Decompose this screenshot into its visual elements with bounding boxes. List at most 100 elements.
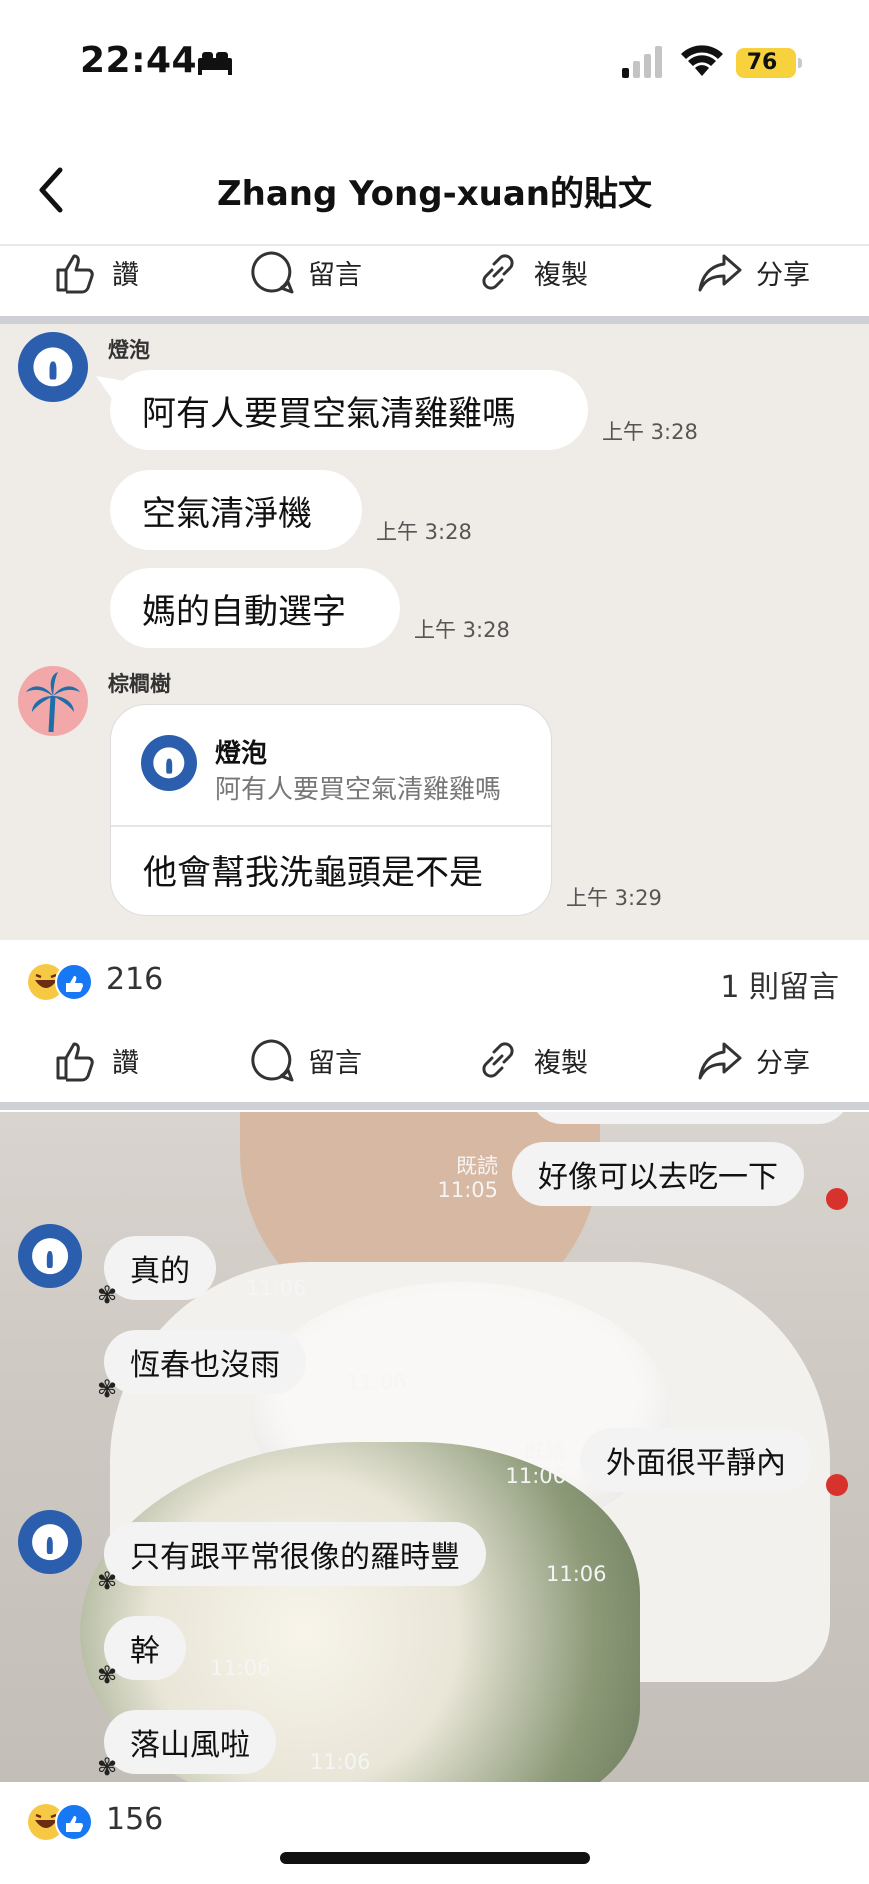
comment-bubble-icon: [251, 251, 294, 294]
comment-bubble-icon: [251, 1039, 294, 1082]
message-text: 只有跟平常很像的羅時豐: [130, 1540, 460, 1575]
post-separator: [0, 316, 869, 324]
bulb-avatar: [18, 1510, 82, 1574]
sender-name: 燈泡: [108, 338, 150, 362]
post-action-bar: 讚 留言 複製 分享: [0, 1024, 869, 1096]
wifi-icon: [681, 45, 723, 76]
flower-badge-icon: ✾: [96, 1375, 118, 1403]
chat-bubble-partial: [530, 1112, 850, 1124]
reactions-row-1: 216 1 則留言: [0, 950, 869, 1014]
flower-badge-icon: ✾: [96, 1281, 118, 1309]
quoted-sender: 燈泡: [215, 739, 268, 769]
reply-text: 他會幫我洗龜頭是不是: [143, 853, 483, 893]
chat-bubble-left: 真的: [104, 1236, 216, 1300]
message-time: 上午 3:28: [376, 520, 472, 544]
message-time: 11:05: [437, 1178, 498, 1202]
palm-tree-avatar: [18, 666, 88, 736]
flower-badge-icon: ✾: [96, 1753, 118, 1781]
haha-like-reaction-icons[interactable]: [26, 962, 96, 1002]
post-header: Zhang Yong-xuan的貼文: [0, 140, 869, 240]
chat-bubble: 阿有人要買空氣清雞雞嗎: [110, 370, 588, 450]
comment-button[interactable]: 留言: [248, 236, 362, 308]
read-label: 既読: [524, 1440, 566, 1464]
message-time: 11:06: [546, 1562, 607, 1586]
comment-count[interactable]: 1 則留言: [720, 962, 839, 1006]
message-text: 空氣清淨機: [142, 493, 312, 534]
thumbs-up-icon: [56, 254, 94, 294]
chat-bubble: 空氣清淨機: [110, 470, 362, 550]
post-separator: [0, 1102, 869, 1110]
reply-bubble: 燈泡 阿有人要買空氣清雞雞嗎 他會幫我洗龜頭是不是: [110, 704, 552, 916]
post-image-chat-1[interactable]: 燈泡 阿有人要買空氣清雞雞嗎 上午 3:28 空氣清淨機 上午 3:28 媽的自…: [0, 324, 869, 940]
reaction-count: 156: [106, 1802, 164, 1837]
read-receipt: 既読 11:06: [500, 1440, 566, 1488]
apple-sticker-icon: [826, 1474, 848, 1496]
read-receipt: 既読 11:05: [430, 1154, 498, 1202]
message-time: 上午 3:28: [414, 618, 510, 642]
status-bar: 22:44 76: [0, 0, 869, 120]
cellular-signal-icon: [622, 46, 662, 78]
battery-indicator: 76: [736, 48, 802, 78]
thumbs-up-icon: [56, 1042, 94, 1082]
link-icon: [482, 254, 514, 290]
like-button[interactable]: 讚: [52, 236, 139, 308]
like-label: 讚: [112, 259, 139, 291]
share-arrow-icon: [698, 254, 742, 292]
message-text: 落山風啦: [130, 1728, 250, 1763]
battery-level: 76: [746, 50, 778, 75]
link-icon: [482, 1042, 514, 1078]
message-time: 11:06: [346, 1370, 407, 1394]
sender-name: 棕櫚樹: [108, 672, 171, 696]
share-label: 分享: [756, 1047, 810, 1079]
message-time: 上午 3:29: [566, 886, 662, 910]
like-label: 讚: [112, 1047, 139, 1079]
home-indicator[interactable]: [280, 1852, 590, 1864]
copy-label: 複製: [534, 259, 588, 291]
status-time: 22:44: [80, 40, 198, 81]
copy-link-button[interactable]: 複製: [474, 1024, 588, 1096]
message-text: 阿有人要買空氣清雞雞嗎: [142, 393, 516, 434]
haha-like-reaction-icons[interactable]: [26, 1802, 96, 1842]
copy-link-button[interactable]: 複製: [474, 236, 588, 308]
sleep-mode-icon: [198, 52, 232, 75]
palm-tree-icon: [26, 672, 80, 733]
like-button[interactable]: 讚: [52, 1024, 139, 1096]
message-time: 11:06: [505, 1464, 566, 1488]
message-text: 幹: [130, 1634, 160, 1669]
message-time: 上午 3:28: [602, 420, 698, 444]
chat-bubble-right: 外面很平靜內: [580, 1428, 812, 1492]
page-title: Zhang Yong-xuan的貼文: [217, 174, 652, 214]
copy-label: 複製: [534, 1047, 588, 1079]
message-time: 11:06: [310, 1750, 371, 1774]
message-text: 真的: [130, 1254, 190, 1289]
comment-label: 留言: [308, 259, 362, 291]
share-label: 分享: [756, 259, 810, 291]
message-text: 好像可以去吃一下: [538, 1160, 778, 1195]
flower-badge-icon: ✾: [96, 1567, 118, 1595]
post-action-bar-top: 讚 留言 複製 分享: [0, 236, 869, 308]
chat-bubble-left: 落山風啦: [104, 1710, 276, 1774]
quoted-message: 燈泡 阿有人要買空氣清雞雞嗎: [111, 705, 551, 827]
comment-button[interactable]: 留言: [248, 1024, 362, 1096]
post-image-chat-2[interactable]: 既読 11:05 好像可以去吃一下 真的 ✾ 11:06 恆春也沒雨 ✾ 11:…: [0, 1112, 869, 1782]
quoted-text: 阿有人要買空氣清雞雞嗎: [215, 775, 502, 805]
chat-bubble-left: 只有跟平常很像的羅時豐: [104, 1522, 486, 1586]
message-text: 媽的自動選字: [142, 591, 346, 632]
share-button[interactable]: 分享: [696, 1024, 810, 1096]
chat-bubble-right: 好像可以去吃一下: [512, 1142, 804, 1206]
share-arrow-icon: [698, 1042, 742, 1080]
reaction-count: 216: [106, 962, 164, 997]
apple-sticker-icon: [826, 1188, 848, 1210]
read-label: 既読: [456, 1154, 498, 1178]
share-button[interactable]: 分享: [696, 236, 810, 308]
message-text: 外面很平靜內: [606, 1446, 786, 1481]
reactions-row-2: 156: [0, 1790, 869, 1854]
bulb-avatar: [18, 332, 88, 402]
message-text: 恆春也沒雨: [130, 1348, 280, 1383]
chat-bubble: 媽的自動選字: [110, 568, 400, 648]
message-time: 11:06: [210, 1656, 271, 1680]
bulb-avatar: [18, 1224, 82, 1288]
message-time: 11:06: [246, 1276, 307, 1300]
quoted-bulb-avatar: [141, 735, 197, 791]
comment-label: 留言: [308, 1047, 362, 1079]
